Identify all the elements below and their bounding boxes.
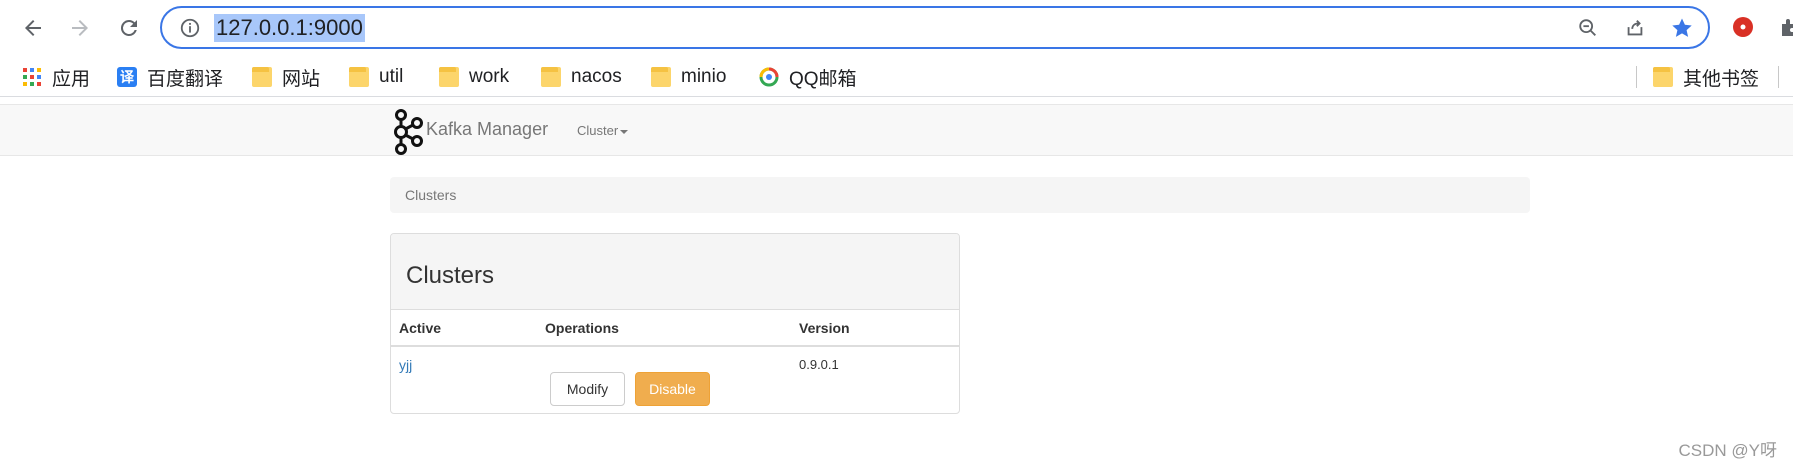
reload-button[interactable] xyxy=(113,12,145,44)
cluster-dropdown[interactable]: Cluster xyxy=(577,123,629,138)
folder-icon xyxy=(541,67,561,87)
table-row: yjj Modify Disable 0.9.0.1 xyxy=(391,347,959,413)
panel-title: Clusters xyxy=(406,262,495,289)
folder-icon xyxy=(439,67,459,87)
bookmark-label: work xyxy=(469,66,510,87)
share-icon xyxy=(1627,20,1643,36)
cluster-version: 0.9.0.1 xyxy=(799,357,839,372)
brand-name: Kafka Manager xyxy=(426,118,549,139)
forward-button[interactable] xyxy=(64,12,96,44)
breadcrumb: Clusters xyxy=(390,177,1530,213)
bookmark-label: util xyxy=(379,66,404,87)
folder-icon xyxy=(651,67,671,87)
back-button[interactable] xyxy=(17,12,49,44)
panel-heading: Clusters xyxy=(391,234,959,310)
app-navbar: Kafka Manager Cluster xyxy=(0,104,1793,156)
record-extension-icon[interactable] xyxy=(1732,16,1754,38)
column-header-operations: Operations xyxy=(545,320,619,336)
watermark: CSDN @Y呀 xyxy=(1678,441,1778,460)
bookmark-folder-other[interactable]: 其他书签 xyxy=(1653,65,1760,90)
arrow-left-icon xyxy=(25,20,41,36)
translate-icon: 译 xyxy=(117,67,137,87)
bookmark-label: 百度翻译 xyxy=(147,68,224,90)
column-header-active: Active xyxy=(399,320,442,336)
apps-grid-icon xyxy=(23,68,41,86)
url-text[interactable]: 127.0.0.1:9000 xyxy=(214,14,365,42)
clusters-panel: Clusters Active Operations Version yjj M… xyxy=(390,233,960,414)
bookmark-folder-minio[interactable]: minio xyxy=(651,65,726,89)
address-bar[interactable]: 127.0.0.1:9000 xyxy=(160,6,1710,49)
bookmarks-bar: 应用 译 百度翻译 网站 util work nacos minio QQ邮箱 xyxy=(0,57,1793,97)
reload-icon xyxy=(120,19,137,36)
bookmark-folder-websites[interactable]: 网站 xyxy=(252,65,321,90)
bookmark-folder-nacos[interactable]: nacos xyxy=(541,65,622,89)
brand-link[interactable]: Kafka Manager xyxy=(390,108,548,156)
column-header-version: Version xyxy=(799,320,850,336)
bookmark-label: 应用 xyxy=(52,68,91,90)
cluster-dropdown-label: Cluster xyxy=(577,123,619,138)
arrow-right-icon xyxy=(72,20,88,36)
bookmark-folder-util[interactable]: util xyxy=(349,65,403,89)
bookmark-baidu-translate[interactable]: 译 百度翻译 xyxy=(117,65,224,90)
zoom-out-icon xyxy=(1579,19,1596,36)
qq-mail-icon xyxy=(759,67,779,87)
star-icon xyxy=(1672,18,1692,37)
bookmark-apps[interactable]: 应用 xyxy=(22,65,91,90)
table-header: Active Operations Version xyxy=(391,310,959,347)
extensions-icon[interactable] xyxy=(1778,16,1793,38)
bookmark-label: QQ邮箱 xyxy=(789,68,857,90)
bookmark-label: nacos xyxy=(571,66,622,87)
bookmark-qq-mail[interactable]: QQ邮箱 xyxy=(759,65,857,90)
zoom-button[interactable] xyxy=(1576,16,1600,40)
folder-icon xyxy=(1653,67,1673,87)
browser-toolbar: 127.0.0.1:9000 xyxy=(0,0,1793,55)
folder-icon xyxy=(252,67,272,87)
folder-icon xyxy=(349,67,369,87)
bookmark-label: 其他书签 xyxy=(1683,68,1760,90)
modify-button[interactable]: Modify xyxy=(550,372,625,406)
disable-button[interactable]: Disable xyxy=(635,372,710,406)
bookmark-label: 网站 xyxy=(282,68,321,90)
bookmark-label: minio xyxy=(681,66,727,87)
bookmarks-divider xyxy=(1778,66,1779,88)
kafka-logo-icon xyxy=(394,109,423,155)
info-icon[interactable] xyxy=(179,17,201,39)
bookmark-folder-work[interactable]: work xyxy=(439,65,509,89)
breadcrumb-item-clusters: Clusters xyxy=(405,187,457,203)
bookmarks-divider xyxy=(1636,66,1637,88)
cluster-name-link[interactable]: yjj xyxy=(399,357,412,373)
bookmark-star-button[interactable] xyxy=(1670,16,1694,40)
caret-down-icon xyxy=(620,129,629,134)
share-button[interactable] xyxy=(1623,16,1647,40)
